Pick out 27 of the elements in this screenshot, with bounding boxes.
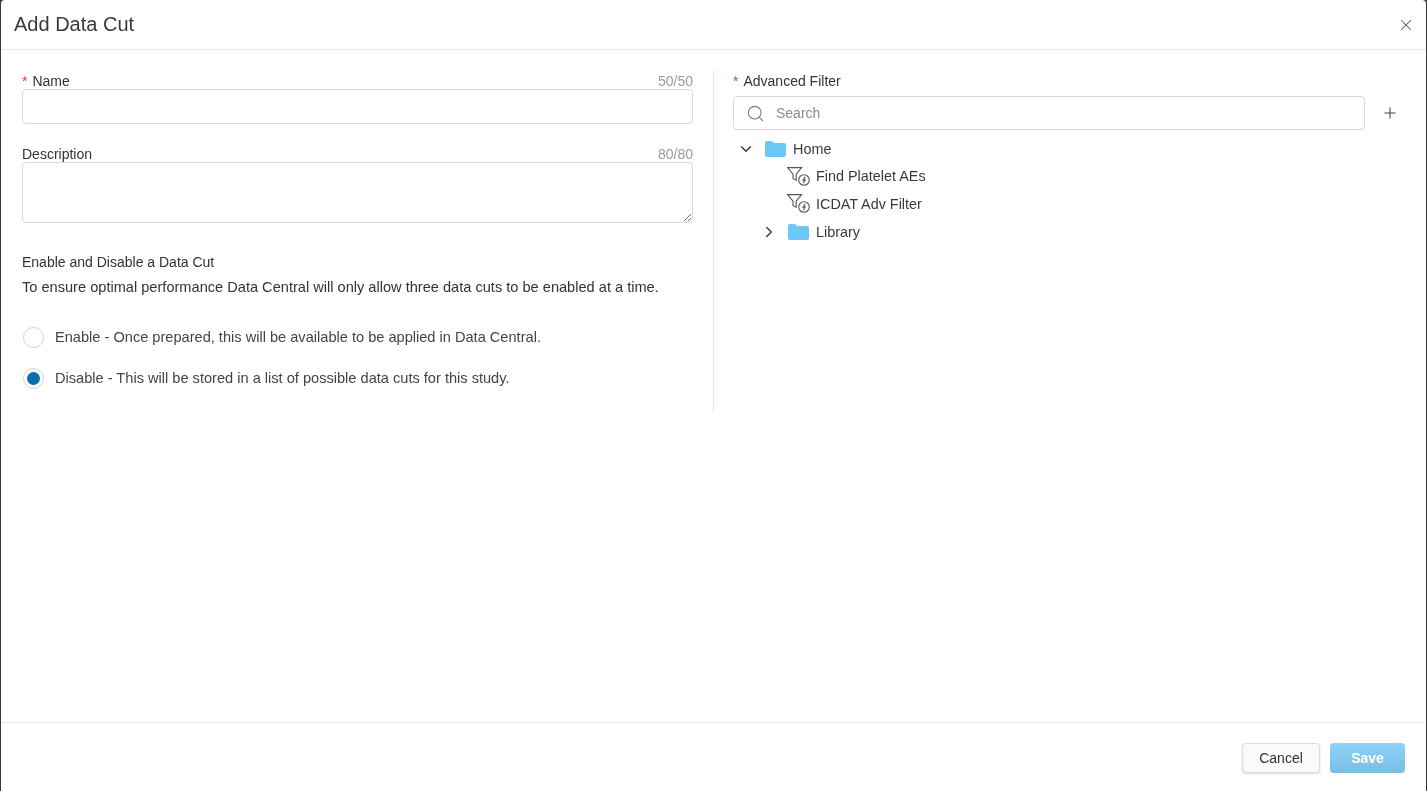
cancel-button[interactable]: Cancel: [1242, 743, 1320, 773]
section-description: To ensure optimal performance Data Central will only allow three data cuts to be enabled at a time.: [22, 278, 660, 296]
radio-label[interactable]: Disable - This will be stored in a list of possible data cuts for this study.: [55, 370, 510, 386]
radio-button[interactable]: [23, 326, 44, 348]
required-asterisk: *: [733, 73, 739, 89]
radio-button[interactable]: [23, 367, 44, 389]
search-icon: [745, 103, 765, 123]
dialog-title: Add Data Cut: [14, 13, 135, 36]
folder-icon: [765, 140, 786, 157]
name-input[interactable]: [22, 89, 693, 124]
tree-item-label[interactable]: ICDAT Adv Filter: [816, 196, 922, 212]
section-heading: Enable and Disable a Data Cut: [22, 253, 216, 271]
add-icon[interactable]: [1381, 104, 1399, 122]
filter-icon: [787, 194, 810, 214]
character-counter: 80/80: [657, 146, 693, 162]
radio-label[interactable]: Enable - Once prepared, this will be available to be applied in Data Central.: [55, 329, 541, 345]
field-label: Name: [32, 73, 70, 89]
tree-item-label[interactable]: Library: [816, 223, 860, 240]
field-label: Description: [22, 146, 93, 162]
tree-item-label[interactable]: Home: [793, 140, 832, 157]
tree-item-label[interactable]: Find Platelet AEs: [816, 168, 926, 185]
filter-icon: [787, 166, 810, 186]
search-field[interactable]: Search: [733, 96, 1365, 130]
field-label: Advanced Filter: [743, 73, 841, 89]
required-asterisk: *: [22, 73, 28, 89]
character-counter: 50/50: [657, 73, 693, 89]
folder-icon: [788, 223, 809, 240]
